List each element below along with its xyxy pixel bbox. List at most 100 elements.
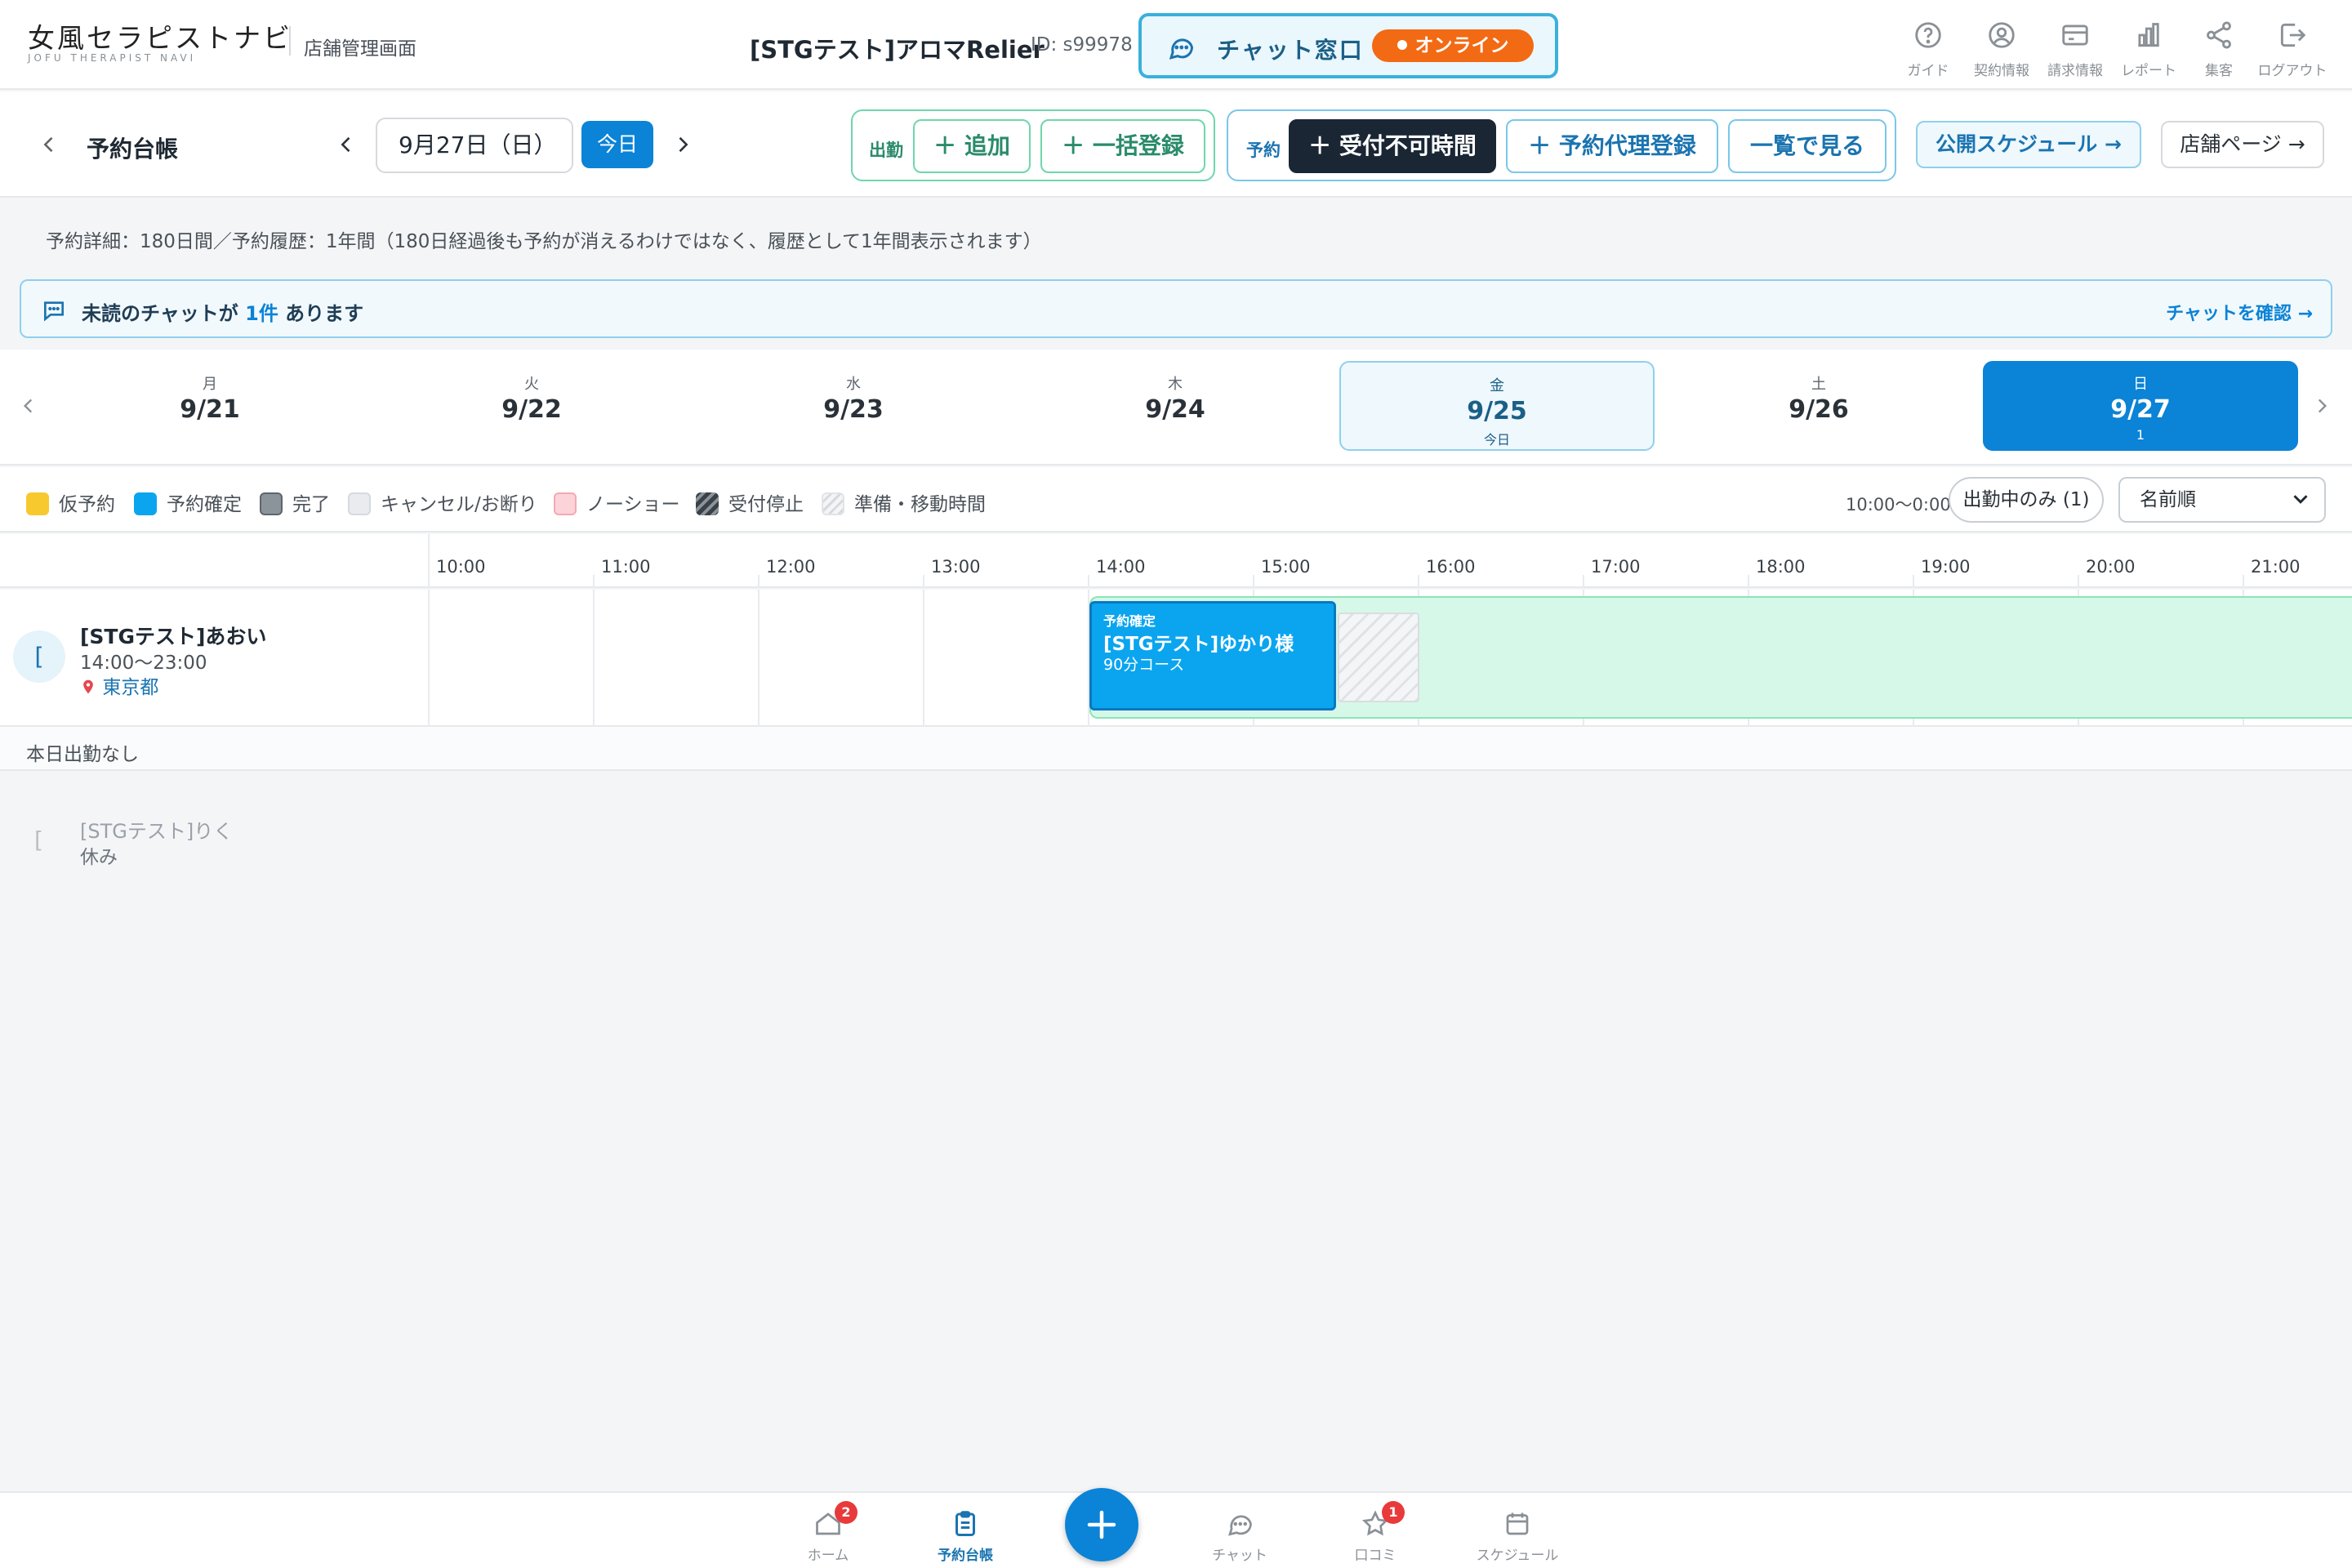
hour-label: 13:00 [931, 557, 981, 577]
grid-line [1418, 575, 1419, 588]
prev-week-chevron-icon[interactable] [18, 394, 39, 418]
nav-label: ガイド [1907, 63, 1949, 79]
app-header: 女風セラピストナビ JOFU THERAPIST NAVI 店舗管理画面 [ST… [0, 0, 2352, 90]
bottom-nav-reviews[interactable]: 1 口コミ [1326, 1501, 1424, 1564]
bar-chart-icon [2138, 23, 2159, 47]
day-of-week: 土 [1811, 376, 1826, 393]
legend-label: 仮予約 [59, 494, 115, 515]
chat-window-label: チャット窓口 [1217, 37, 1364, 64]
date-picker[interactable]: 9月27日（日） [376, 118, 573, 173]
avatar[interactable]: [ [34, 826, 43, 853]
shop-name: [STGテスト]アロマRelier [750, 36, 1045, 64]
unread-chat-text: 未読のチャットが 1件 あります [82, 297, 363, 326]
nav-logout[interactable]: ログアウト [2256, 20, 2329, 79]
sort-select[interactable]: 名前順 [2118, 477, 2326, 523]
toolbar: 予約台帳 9月27日（日） 今日 出勤 ＋ 追加 ＋ 一括登録 予約 ＋ 受付不… [0, 91, 2352, 198]
check-chat-link[interactable]: チャットを確認 → [2166, 299, 2313, 325]
legend-label: キャンセル/お断り [381, 494, 537, 515]
grid-line [1088, 575, 1089, 588]
booking-block[interactable]: 予約確定 [STGテスト]ゆかり様 90分コース [1089, 601, 1336, 710]
reservation-group-label: 予約 [1246, 140, 1281, 160]
day-date: 9/21 [180, 395, 240, 424]
legend-swatch [348, 492, 371, 515]
therapist-name[interactable]: [STGテスト]あおい [80, 621, 266, 650]
off-therapist-status: 休み [80, 847, 118, 868]
off-therapist-name[interactable]: [STGテスト]りく [80, 815, 233, 844]
add-shift-button[interactable]: ＋ 追加 [913, 119, 1031, 173]
day-tab-today[interactable]: 金 9/25 今日 [1339, 361, 1655, 451]
shop-page-button[interactable]: 店舗ページ → [2161, 121, 2324, 168]
grid-line [1583, 575, 1584, 588]
grid-line [1748, 575, 1749, 588]
sort-selected-value: 名前順 [2140, 489, 2196, 510]
day-tab[interactable]: 木 9/24 [1018, 361, 1333, 451]
share-icon [2207, 21, 2231, 49]
day-date: 9/22 [501, 395, 562, 424]
reservation-action-group: 予約 ＋ 受付不可時間 ＋ 予約代理登録 一覧で見る [1227, 109, 1896, 181]
bottom-nav-chat[interactable]: チャット [1191, 1509, 1289, 1564]
working-only-toggle[interactable]: 出勤中のみ (1) [1949, 477, 2104, 523]
back-chevron-icon[interactable] [38, 132, 60, 157]
nav-guide[interactable]: ガイド [1891, 20, 1965, 79]
day-tab[interactable]: 月 9/21 [52, 361, 368, 451]
nav-label: ログアウト [2257, 63, 2328, 79]
calendar-icon [1506, 1512, 1529, 1535]
bottom-nav-label: ホーム [807, 1548, 849, 1564]
retention-notice: 予約詳細：180日間／予約履歴：1年間（180日経過後も予約が消えるわけではなく… [46, 231, 1042, 252]
prev-day-chevron-icon[interactable] [335, 132, 358, 157]
day-of-week: 金 [1490, 377, 1504, 394]
nav-marketing[interactable]: 集客 [2182, 20, 2256, 79]
legend-label: 完了 [292, 494, 330, 515]
booking-course: 90分コース [1103, 656, 1185, 674]
booking-count: 1 [2136, 427, 2145, 443]
bottom-nav-label: 予約台帳 [938, 1548, 993, 1564]
legend-swatch [26, 492, 49, 515]
user-circle-icon [1989, 22, 2015, 48]
nav-billing[interactable]: 請求情報 [2038, 20, 2112, 79]
bottom-nav-home[interactable]: 2 ホーム [779, 1501, 877, 1564]
prep-travel-block[interactable] [1338, 612, 1419, 702]
public-schedule-button[interactable]: 公開スケジュール → [1916, 121, 2141, 168]
online-status-badge: オンライン [1372, 29, 1534, 62]
nav-label: 集客 [2205, 63, 2233, 79]
legend-label: 受付停止 [728, 494, 804, 515]
chat-window-button[interactable]: チャット窓口 オンライン [1138, 13, 1558, 78]
next-day-chevron-icon[interactable] [671, 132, 694, 157]
day-tab[interactable]: 火 9/22 [374, 361, 689, 451]
hour-label: 15:00 [1261, 557, 1311, 577]
legend-label: ノーショー [586, 494, 680, 515]
clipboard-icon [956, 1511, 975, 1536]
help-circle-icon [1915, 22, 1941, 48]
today-indicator: 今日 [1483, 432, 1510, 448]
hour-label: 16:00 [1426, 557, 1476, 577]
hour-label: 21:00 [2251, 557, 2301, 577]
bottom-navigation: 2 ホーム 予約台帳 チャット 1 口コミ スケジュール [0, 1491, 2352, 1568]
day-of-week: 火 [524, 376, 539, 393]
bottom-nav-schedule[interactable]: スケジュール [1468, 1509, 1566, 1564]
day-date: 9/24 [1145, 395, 1205, 424]
nav-report[interactable]: レポート [2112, 20, 2185, 79]
hour-label: 20:00 [2086, 557, 2136, 577]
day-date: 9/27 [2110, 395, 2171, 424]
nav-contract[interactable]: 契約情報 [1965, 20, 2038, 79]
unavailable-time-button[interactable]: ＋ 受付不可時間 [1289, 119, 1496, 173]
avatar[interactable]: [ [13, 630, 65, 683]
next-week-chevron-icon[interactable] [2311, 394, 2332, 418]
legend-swatch [696, 492, 719, 515]
chevron-down-icon [2293, 495, 2308, 504]
create-button[interactable] [1065, 1488, 1138, 1561]
chat-alert-icon [44, 301, 64, 322]
day-tab[interactable]: 水 9/23 [696, 361, 1011, 451]
today-button[interactable]: 今日 [581, 121, 653, 168]
day-tab[interactable]: 土 9/26 [1661, 361, 1976, 451]
hour-label: 17:00 [1591, 557, 1641, 577]
bottom-nav-ledger[interactable]: 予約台帳 [916, 1509, 1014, 1564]
logo[interactable]: 女風セラピストナビ [28, 16, 292, 56]
map-pin-icon [83, 679, 93, 694]
list-view-button[interactable]: 一覧で見る [1728, 119, 1886, 173]
proxy-booking-button[interactable]: ＋ 予約代理登録 [1506, 119, 1718, 173]
page-title: 予約台帳 [87, 136, 179, 163]
day-tab-selected[interactable]: 日 9/27 1 [1983, 361, 2298, 451]
bulk-register-button[interactable]: ＋ 一括登録 [1040, 119, 1205, 173]
therapist-row: [ [STGテスト]あおい 14:00〜23:00 東京都 予約確定 [STGテ… [0, 590, 2352, 727]
